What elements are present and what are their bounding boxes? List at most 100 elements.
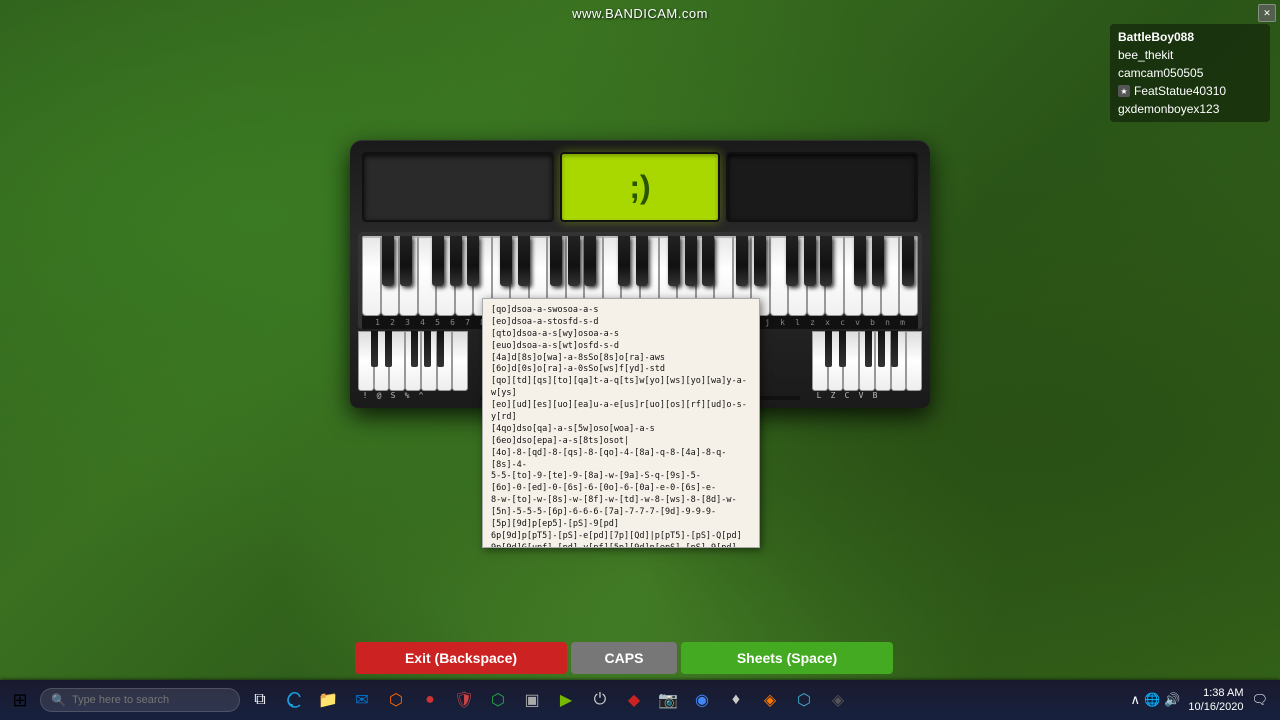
piano-key-black[interactable] — [804, 236, 816, 286]
piano-key-white[interactable] — [362, 236, 381, 316]
task-view-button[interactable]: ⧉ — [244, 684, 276, 716]
notification-icon[interactable]: 🗨 — [1251, 692, 1268, 708]
mini-key-black[interactable] — [891, 331, 898, 367]
piano-key-black[interactable] — [382, 236, 394, 286]
windows-start-button[interactable]: ⊞ — [4, 684, 36, 716]
piano-key-black[interactable] — [702, 236, 714, 286]
control-bar: Exit (Backspace) CAPS Sheets (Space) — [355, 642, 893, 674]
piano-key-black[interactable] — [902, 236, 914, 286]
exit-button[interactable]: Exit (Backspace) — [355, 642, 567, 674]
watermark: www.BANDICAM.com — [572, 6, 708, 21]
mini-key-white[interactable] — [906, 331, 922, 391]
mini-key-label: V — [854, 391, 868, 400]
piano-key-black[interactable] — [820, 236, 832, 286]
mini-key-label: L — [812, 391, 826, 400]
display-text: ;) — [629, 169, 650, 206]
mini-key-label: Z — [826, 391, 840, 400]
search-input[interactable] — [72, 694, 222, 706]
app-icon-7[interactable]: 🛡 — [448, 684, 480, 716]
piano-key-black[interactable] — [736, 236, 748, 286]
key-num: 2 — [385, 318, 400, 327]
piano-key-black[interactable] — [584, 236, 596, 286]
edge-icon[interactable] — [278, 684, 310, 716]
chevron-icon[interactable]: ∧ — [1131, 692, 1141, 708]
mini-key-black[interactable] — [839, 331, 846, 367]
key-num: m — [895, 318, 910, 327]
sheet-line: [6o]-0-[ed]-0-[6s]-6-[0o]-6-[0a]-e-0-[6s… — [491, 483, 751, 495]
key-num: 7 — [460, 318, 475, 327]
mini-key-white[interactable] — [452, 331, 468, 391]
piano-key-black[interactable] — [568, 236, 580, 286]
window-controls: ✕ — [1258, 4, 1276, 22]
piano-key-black[interactable] — [618, 236, 630, 286]
sheets-button[interactable]: Sheets (Space) — [681, 642, 893, 674]
key-num: z — [805, 318, 820, 327]
sheet-line: [4qo]dso[qa]-a-s[5w]oso[woa]-a-s — [491, 424, 751, 436]
piano-key-black[interactable] — [500, 236, 512, 286]
sheet-line: [qo]dsoa-a-swosoa-a-s — [491, 305, 751, 317]
mini-key-label: % — [400, 391, 414, 400]
mini-key-black[interactable] — [371, 331, 378, 367]
capture-icon[interactable]: 📷 — [652, 684, 684, 716]
sheet-line: [6eo]dso[epa]-a-s[8ts]osot| — [491, 436, 751, 448]
player-item: BattleBoy088 — [1118, 28, 1262, 46]
piano-key-black[interactable] — [872, 236, 884, 286]
power-icon[interactable]: ⏻ — [584, 684, 616, 716]
piano-key-black[interactable] — [854, 236, 866, 286]
volume-icon[interactable]: 🔊 — [1164, 692, 1180, 708]
key-num: l — [790, 318, 805, 327]
mini-key-black[interactable] — [385, 331, 392, 367]
piano-key-black[interactable] — [450, 236, 462, 286]
piano-key-black[interactable] — [786, 236, 798, 286]
app-icon-5[interactable]: ⬡ — [380, 684, 412, 716]
piano-key-black[interactable] — [467, 236, 479, 286]
app-icon-9[interactable]: ▣ — [516, 684, 548, 716]
mini-key-black[interactable] — [424, 331, 431, 367]
key-num: j — [760, 318, 775, 327]
taskbar-time: 1:38 AM 10/16/2020 — [1188, 686, 1243, 715]
piano-key-black[interactable] — [668, 236, 680, 286]
browser-icon[interactable]: ◈ — [754, 684, 786, 716]
piano-key-black[interactable] — [518, 236, 530, 286]
mini-key-label: S — [386, 391, 400, 400]
taskbar-search-box[interactable]: 🔍 — [40, 688, 240, 712]
app-icon-extra2[interactable]: ◈ — [822, 684, 854, 716]
chrome-icon[interactable]: ◉ — [686, 684, 718, 716]
piano-key-black[interactable] — [432, 236, 444, 286]
sheet-line: 9p[9d]G[upf]-[pd]-y[pf][5p][9d]p[epS]-[p… — [491, 543, 751, 548]
mini-key-black[interactable] — [411, 331, 418, 367]
mini-key-black[interactable] — [825, 331, 832, 367]
player-item: bee_thekit — [1118, 46, 1262, 64]
mini-key-black[interactable] — [437, 331, 444, 367]
mini-keyboard-left: ! @ S % ^ — [358, 331, 468, 400]
mini-key-label: C — [840, 391, 854, 400]
sheet-line: [5n]-5-5-5-[6p]-6-6-6-[7a]-7-7-7-[9d]-9-… — [491, 507, 751, 519]
steam-icon[interactable]: ♦ — [720, 684, 752, 716]
date-display: 10/16/2020 — [1188, 700, 1243, 714]
piano-key-black[interactable] — [400, 236, 412, 286]
app-icon-8[interactable]: ⬡ — [482, 684, 514, 716]
piano-key-black[interactable] — [754, 236, 766, 286]
caps-button[interactable]: CAPS — [571, 642, 677, 674]
mini-key-black[interactable] — [878, 331, 885, 367]
file-explorer-icon[interactable]: 📁 — [312, 684, 344, 716]
sheet-line: [eo][ud][es][uo][ea]u-a-e[us]r[uo][os][r… — [491, 400, 751, 424]
roblox-icon[interactable]: ◆ — [618, 684, 650, 716]
player-name: FeatStatue40310 — [1134, 84, 1226, 98]
app-icon-extra[interactable]: ⬡ — [788, 684, 820, 716]
app-icon-6[interactable]: ● — [414, 684, 446, 716]
network-icon[interactable]: 🌐 — [1144, 692, 1160, 708]
mini-key-black[interactable] — [865, 331, 872, 367]
key-num: 4 — [415, 318, 430, 327]
piano-key-black[interactable] — [636, 236, 648, 286]
mail-icon[interactable]: ✉ — [346, 684, 378, 716]
nvidia-icon[interactable]: ▶ — [550, 684, 582, 716]
mini-keyboard-right: L Z C V B — [812, 331, 922, 400]
piano-key-black[interactable] — [550, 236, 562, 286]
sheet-display[interactable]: [qo]dsoa-a-swosoa-a-s[eo]dsoa-a-stosfd-s… — [482, 298, 760, 548]
search-icon: 🔍 — [51, 693, 66, 707]
piano-key-black[interactable] — [685, 236, 697, 286]
sheet-line: [qo][td][qs][to][qa]t-a-q[ts]w[yo][ws][y… — [491, 376, 751, 400]
close-button[interactable]: ✕ — [1258, 4, 1276, 22]
mini-labels-right: L Z C V B — [812, 391, 922, 400]
